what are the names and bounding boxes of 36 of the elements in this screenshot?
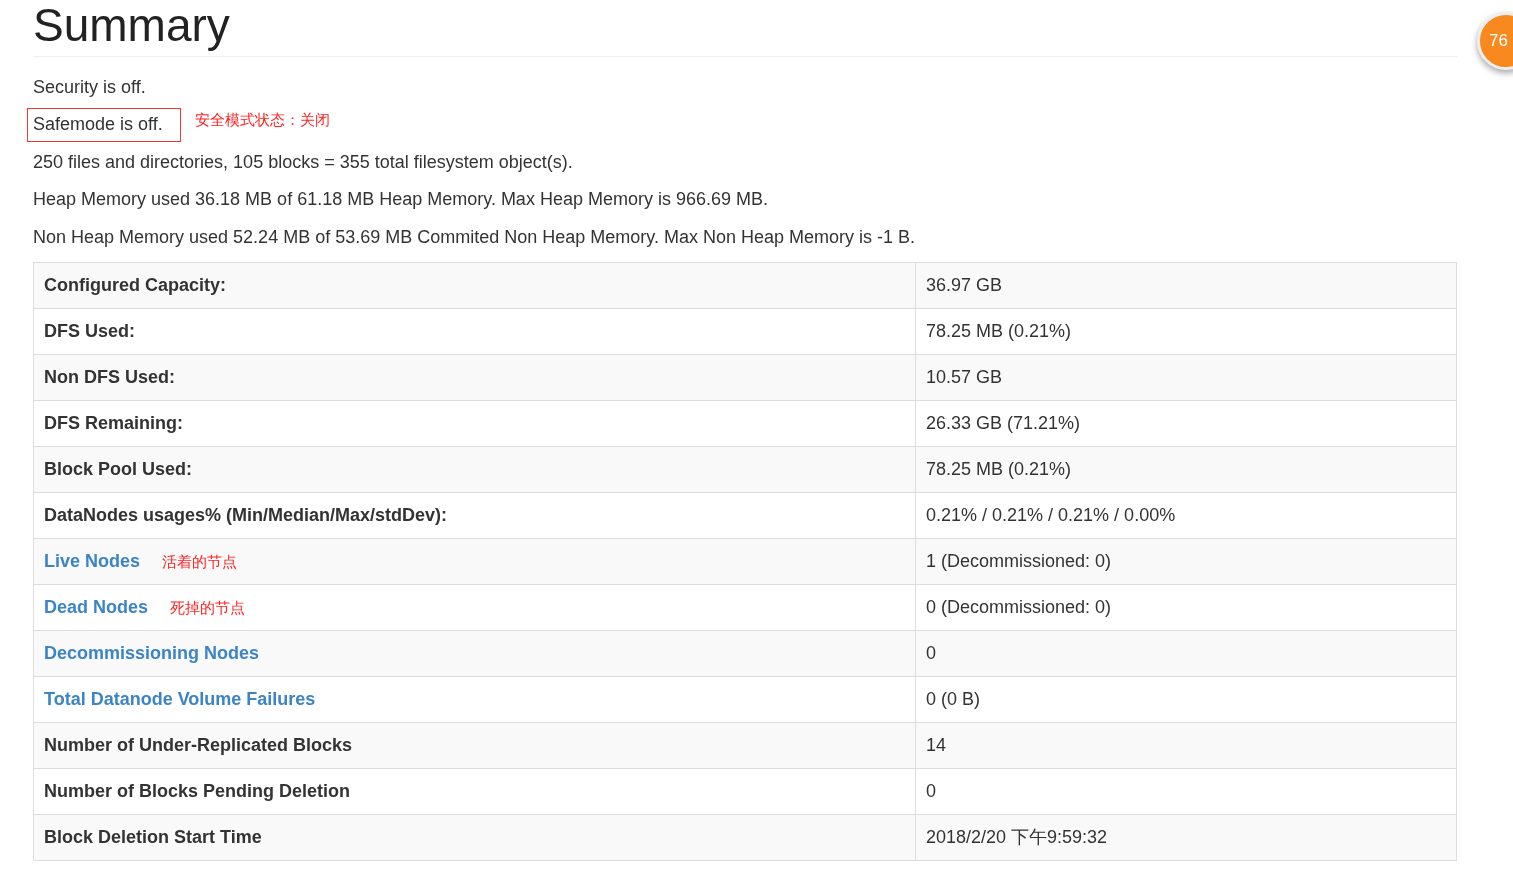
annotation-note: 安全模式状态：关闭	[194, 110, 330, 130]
annotation-note: 死掉的节点	[170, 598, 246, 616]
table-cell: 14	[915, 722, 1457, 768]
table-cell: 10.57 GB	[915, 354, 1457, 400]
table-cell: 0	[915, 768, 1457, 814]
table-cell: 0.21% / 0.21% / 0.21% / 0.00%	[915, 492, 1457, 538]
page-title: Summary	[33, 0, 231, 50]
nodes-link[interactable]: Live Nodes	[44, 550, 141, 571]
table-cell: 0 (Decommissioned: 0)	[915, 584, 1457, 630]
table-cell: 2018/2/20 下午9:59:32	[915, 814, 1457, 860]
status-text: Security is off.	[32, 75, 147, 99]
row-label: Configured Capacity:	[44, 274, 226, 295]
table-cell: 78.25 MB (0.21%)	[915, 308, 1457, 354]
status-text: Heap Memory used 36.18 MB of 61.18 MB Heap Memory. Max Heap Memory is 966.69 MB.	[32, 188, 769, 212]
row-label: Non DFS Used:	[44, 366, 175, 387]
nodes-link[interactable]: Total Datanode Volume Failures	[44, 688, 316, 709]
row-label: Block Pool Used:	[44, 458, 193, 479]
row-label: DFS Remaining:	[44, 412, 183, 433]
row-label: DFS Used:	[44, 320, 135, 341]
row-label: DataNodes usages% (Min/Median/Max/stdDev):	[44, 504, 448, 525]
status-text: 250 files and directories, 105 blocks = 355 total filesystem object(s).	[32, 150, 574, 174]
table-cell: 26.33 GB (71.21%)	[915, 400, 1457, 446]
status-text: Safemode is off.	[27, 108, 181, 143]
table-cell: 1 (Decommissioned: 0)	[915, 538, 1457, 584]
status-text: Non Heap Memory used 52.24 MB of 53.69 MB Commited Non Heap Memory. Max Non Heap Memory is -1 B.	[32, 225, 917, 249]
percent-badge[interactable]: 76	[1477, 12, 1513, 70]
table-cell: 78.25 MB (0.21%)	[915, 446, 1457, 492]
nodes-link[interactable]: Dead Nodes	[44, 596, 149, 617]
row-label: Number of Blocks Pending Deletion	[44, 780, 351, 801]
table-cell: 0	[915, 630, 1457, 676]
table-cell: 36.97 GB	[915, 262, 1457, 308]
annotation-note: 活着的节点	[162, 552, 238, 570]
nodes-link[interactable]: Decommissioning Nodes	[44, 642, 260, 663]
table-cell: 0 (0 B)	[915, 676, 1457, 722]
row-label: Block Deletion Start Time	[44, 826, 262, 847]
row-label: Number of Under-Replicated Blocks	[44, 734, 353, 755]
